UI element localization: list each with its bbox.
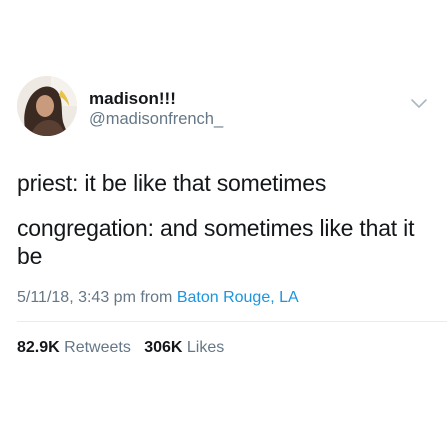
tweet-meta: 5/11/18, 3:43 pm from Baton Rouge, LA <box>17 289 299 307</box>
likes-label[interactable]: Likes <box>187 339 224 356</box>
avatar[interactable] <box>17 76 77 136</box>
tweet-text-line: be <box>17 243 43 269</box>
from-label: from <box>140 289 173 306</box>
retweets-count[interactable]: 82.9K <box>17 339 60 356</box>
display-name[interactable]: madison!!! <box>89 89 176 109</box>
location-link[interactable]: Baton Rouge, LA <box>177 289 299 306</box>
tweet-text-line: priest: it be like that sometimes <box>17 170 327 196</box>
tweet-stats: 82.9K Retweets 306K Likes <box>17 339 224 357</box>
tweet-text-line: congregation: and sometimes like that it <box>17 215 415 241</box>
tweet-card: madison!!! @madisonfrench_ priest: it be… <box>0 0 447 447</box>
timestamp[interactable]: 5/11/18, 3:43 pm <box>17 289 136 306</box>
chevron-down-icon[interactable] <box>410 96 428 108</box>
likes-count[interactable]: 306K <box>144 339 182 356</box>
divider <box>17 321 447 322</box>
avatar-image <box>17 76 77 136</box>
user-handle[interactable]: @madisonfrench_ <box>89 110 223 129</box>
retweets-label[interactable]: Retweets <box>64 339 131 356</box>
